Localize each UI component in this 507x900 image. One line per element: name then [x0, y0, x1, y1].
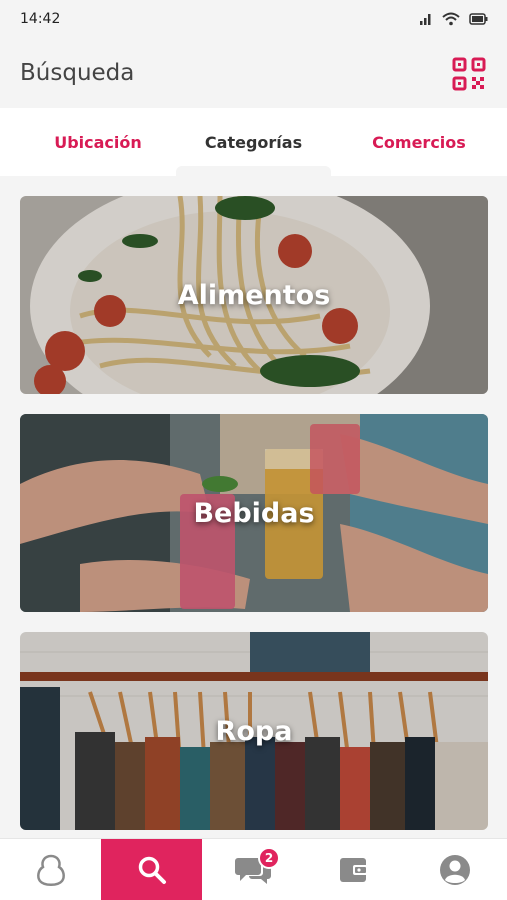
bottom-nav: 2 — [0, 838, 507, 900]
nav-search[interactable] — [101, 839, 202, 900]
chat-badge: 2 — [258, 847, 280, 869]
tab-comercios[interactable]: Comercios — [331, 108, 507, 176]
signal-icon — [420, 14, 431, 25]
category-label-bebidas: Bebidas — [193, 497, 315, 529]
status-icons — [419, 12, 489, 26]
search-icon — [138, 856, 166, 884]
account-icon — [439, 855, 470, 885]
nav-chat[interactable]: 2 — [202, 839, 303, 900]
status-time: 14:42 — [20, 11, 61, 27]
nav-home[interactable] — [0, 839, 101, 900]
battery-icon — [469, 13, 488, 25]
page-title: Búsqueda — [20, 60, 135, 86]
tab-ubicacion[interactable]: Ubicación — [0, 108, 196, 176]
status-bar: 14:42 — [0, 0, 507, 40]
category-label-ropa: Ropa — [215, 715, 293, 747]
nav-wallet[interactable] — [303, 839, 404, 900]
qr-scan-button[interactable] — [451, 56, 487, 92]
wifi-icon — [442, 12, 460, 26]
category-label-alimentos: Alimentos — [177, 279, 331, 311]
category-list: Alimentos Bebidas Ropa — [0, 176, 507, 838]
wallet-icon — [339, 858, 368, 882]
home-logo-icon — [36, 854, 65, 886]
app-header: Búsqueda — [0, 40, 507, 108]
active-tab-indicator — [176, 166, 331, 176]
nav-account[interactable] — [404, 839, 505, 900]
qr-code-icon — [452, 57, 486, 91]
category-card-bebidas[interactable]: Bebidas — [20, 414, 488, 612]
category-card-ropa[interactable]: Ropa — [20, 632, 488, 830]
category-card-alimentos[interactable]: Alimentos — [20, 196, 488, 394]
